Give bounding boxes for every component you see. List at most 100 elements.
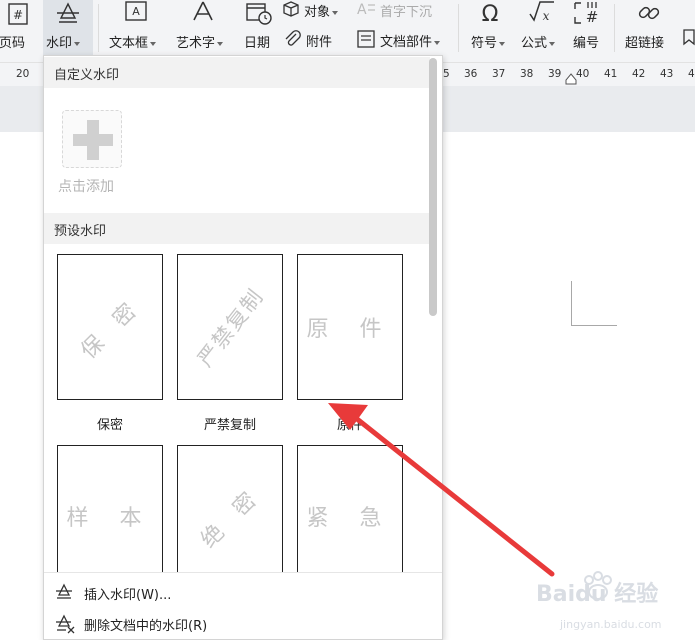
dropcap-label: 首字下沉	[380, 5, 433, 20]
watermark-preview-text: 保 密	[76, 293, 148, 365]
page-number-icon: #	[8, 3, 28, 25]
svg-text:Ω: Ω	[482, 2, 499, 26]
add-custom-watermark-button[interactable]	[62, 110, 122, 168]
watermark-preview-text: 绝 密	[196, 482, 268, 554]
ruler-tick: 20	[16, 68, 30, 80]
symbol-label-text: 符号	[471, 36, 498, 51]
chevron-down-icon	[499, 41, 506, 46]
formula-label: 公式	[521, 32, 556, 51]
cube-icon	[283, 1, 299, 17]
insert-watermark-label: 插入水印(W)...	[84, 588, 172, 603]
docparts-label-text: 文档部件	[380, 35, 433, 50]
svg-text:x: x	[543, 9, 550, 23]
ribbon-toolbar: # 页码 水印 A 文本框 艺术字 日期 对象 附件 A 首字下沉 文档部件 Ω	[0, 0, 695, 62]
wordart-button[interactable]: 艺术字	[172, 0, 234, 56]
link-icon	[638, 6, 660, 20]
page-number-label: 页码	[0, 36, 26, 51]
numbering-button[interactable]: # 编号	[568, 0, 610, 56]
ruler-tick: 41	[604, 68, 618, 80]
attachment-button[interactable]: 附件	[282, 28, 350, 50]
docparts-icon	[357, 30, 375, 48]
margin-corner-mark	[571, 281, 572, 326]
watermark-preview-text: 原 件	[306, 317, 394, 342]
svg-text:#: #	[13, 8, 23, 22]
bookmark-button[interactable]	[682, 0, 695, 56]
preset-watermark-urgent[interactable]: 紧 急	[297, 445, 403, 591]
ruler-tick: 44	[688, 68, 695, 80]
numbering-icon: #	[574, 2, 599, 26]
formula-icon: x	[529, 1, 554, 23]
watermark-preview-text: 紧 急	[306, 506, 394, 531]
watermark-preview-text: 样 本	[66, 506, 154, 531]
textbox-icon: A	[125, 1, 147, 21]
ruler-tick: 40	[576, 68, 590, 80]
baidu-watermark-url: jingyan.baidu.com	[560, 618, 662, 631]
formula-label-text: 公式	[521, 36, 548, 51]
preset-watermark-header: 预设水印	[44, 213, 430, 244]
hyperlink-label: 超链接	[625, 36, 665, 51]
attachment-label: 附件	[306, 35, 333, 50]
docparts-button[interactable]: 文档部件	[354, 28, 450, 50]
ruler-tick: 5	[443, 68, 450, 80]
date-label: 日期	[244, 36, 271, 51]
watermark-label: 水印	[46, 32, 81, 51]
plus-icon-bar	[73, 134, 113, 146]
ruler-tick: 36	[464, 68, 478, 80]
symbol-button[interactable]: Ω 符号	[468, 0, 514, 56]
insert-watermark-menu-item[interactable]: 插入水印(W)...	[44, 577, 442, 607]
chevron-down-icon	[74, 41, 81, 46]
remove-watermark-menu-item[interactable]: 删除文档中的水印(R)	[44, 608, 442, 638]
preset-watermark-label: 严禁复制	[203, 418, 256, 433]
add-custom-watermark-label: 点击添加	[58, 179, 114, 195]
ruler-tick: 42	[632, 68, 646, 80]
preset-watermark-label: 原件	[336, 418, 363, 433]
page-number-button[interactable]: # 页码	[0, 0, 40, 56]
watermark-label-text: 水印	[46, 36, 73, 51]
ruler-tick: 38	[520, 68, 534, 80]
ruler-tick: 39	[548, 68, 562, 80]
symbol-label: 符号	[471, 32, 506, 51]
watermark-button[interactable]: 水印	[43, 0, 93, 56]
remove-watermark-label: 删除文档中的水印(R)	[84, 619, 208, 634]
preset-watermark-original[interactable]: 原 件	[297, 254, 403, 400]
remove-watermark-icon	[56, 614, 75, 634]
svg-text:A: A	[132, 5, 140, 18]
numbering-label: 编号	[573, 36, 600, 51]
chevron-down-icon	[549, 41, 556, 46]
preset-watermark-sample[interactable]: 样 本	[57, 445, 163, 591]
ruler-tick: 37	[492, 68, 506, 80]
chevron-down-icon	[217, 41, 224, 46]
hyperlink-button[interactable]: 超链接	[622, 0, 678, 56]
textbox-label-text: 文本框	[109, 36, 149, 51]
watermark-dropdown-panel: 自定义水印 点击添加 预设水印 保 密 保密 严禁复制 严禁复制 原 件 原件 …	[43, 55, 443, 640]
omega-icon: Ω	[482, 2, 499, 26]
svg-text:#: #	[586, 8, 599, 26]
preset-watermark-confidential[interactable]: 保 密	[57, 254, 163, 400]
bookmark-icon	[683, 29, 695, 46]
ruler-tick: 43	[660, 68, 674, 80]
object-button[interactable]: 对象	[282, 0, 350, 20]
formula-button[interactable]: x 公式	[518, 0, 564, 56]
dropcap-button[interactable]: A 首字下沉	[354, 0, 446, 20]
svg-text:A: A	[357, 2, 367, 18]
object-label: 对象	[304, 1, 339, 20]
preset-watermark-top-secret[interactable]: 绝 密	[177, 445, 283, 591]
textbox-label: 文本框	[109, 32, 157, 51]
watermark-preview-text: 严禁复制	[193, 283, 269, 372]
panel-scrollbar[interactable]	[429, 58, 437, 316]
textbox-button[interactable]: A 文本框	[106, 0, 168, 56]
chevron-down-icon	[332, 10, 339, 15]
calendar-clock-icon	[246, 3, 272, 25]
paperclip-icon	[285, 30, 301, 46]
docparts-label: 文档部件	[380, 31, 441, 50]
date-button[interactable]: 日期	[238, 0, 278, 56]
watermark-icon	[57, 2, 79, 23]
preset-watermark-no-copy[interactable]: 严禁复制	[177, 254, 283, 400]
baidu-watermark-brand: Baidu 经验	[536, 582, 659, 607]
watermark-icon	[56, 583, 72, 599]
wordart-label: 艺术字	[176, 32, 224, 51]
object-label-text: 对象	[304, 5, 331, 20]
indent-marker-icon[interactable]	[565, 73, 577, 85]
custom-watermark-header: 自定义水印	[44, 57, 430, 88]
preset-watermark-label: 保密	[96, 418, 123, 433]
